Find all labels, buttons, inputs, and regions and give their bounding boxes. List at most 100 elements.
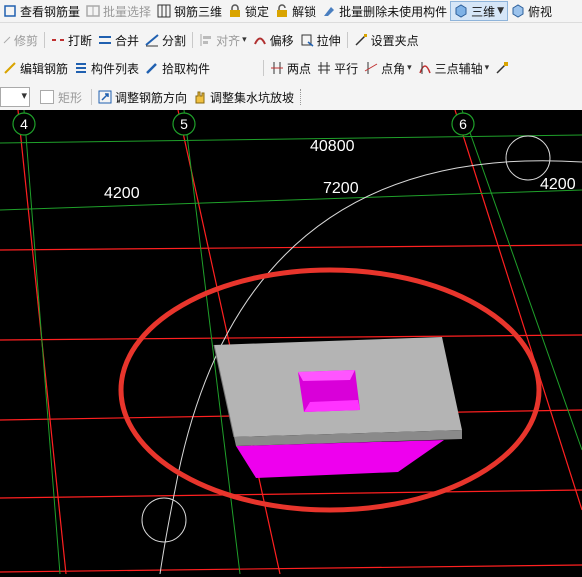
align-label: 对齐 (216, 33, 241, 48)
batch-delete-unused-button[interactable]: 批量删除未使用构件 (319, 1, 450, 21)
merge-label: 合并 (115, 33, 140, 48)
set-grip-button[interactable]: 设置夹点 (351, 30, 422, 50)
break-button[interactable]: 打断 (48, 30, 95, 50)
drawing-canvas: 4 5 6 40800 4200 7200 4200 (0, 109, 582, 575)
more-tools-button[interactable] (492, 58, 515, 78)
merge-icon (98, 33, 112, 47)
align-button[interactable]: 对齐 ▾ (196, 30, 250, 50)
axis-bubble-6[interactable]: 6 (451, 112, 475, 136)
rebar-quantity-icon (3, 4, 17, 18)
three-point-aux-axis-button[interactable]: 三点辅轴 ▾ (415, 58, 493, 78)
top-view-cube-icon (511, 4, 525, 18)
offset-icon (253, 33, 267, 47)
pick-component-label: 拾取构件 (162, 61, 211, 76)
two-points-icon (270, 61, 284, 75)
two-points-label: 两点 (287, 61, 312, 76)
set-grip-label: 设置夹点 (370, 33, 419, 48)
separator (346, 32, 348, 48)
eraser-icon (322, 4, 336, 18)
rectangle-label: 矩形 (58, 90, 83, 105)
chevron-down-icon[interactable]: ▼ (497, 6, 504, 16)
adjust-sump-slope-label: 调整集水坑放坡 (210, 90, 295, 105)
separator (300, 89, 302, 105)
hand-icon (193, 90, 207, 104)
separator (263, 60, 265, 76)
grip-icon (354, 33, 368, 47)
adjust-sump-slope-button[interactable]: 调整集水坑放坡 (190, 87, 297, 107)
separator (192, 32, 194, 48)
chevron-down-icon[interactable]: ▾ (407, 63, 412, 73)
batch-select-label: 批量选择 (103, 4, 152, 19)
two-points-axis-button[interactable]: 两点 (267, 58, 314, 78)
three-point-aux-label: 三点辅轴 (434, 61, 483, 76)
toolbar-row-3: 编辑钢筋 构件列表 拾取构件 两点 平行 点角 ▾ 三点辅轴 ▾ (0, 55, 582, 81)
axis-label-5: 5 (180, 116, 188, 132)
rebar-direction-icon (98, 90, 112, 104)
view-3d-button[interactable]: 三维 ▼ (450, 1, 509, 21)
toolbar-row-4: 矩形 调整钢筋方向 调整集水坑放坡 (0, 84, 582, 111)
merge-button[interactable]: 合并 (95, 30, 142, 50)
stretch-icon (300, 33, 314, 47)
rebar-3d-button[interactable]: 钢筋三维 (154, 1, 225, 21)
shape-select-dropdown[interactable] (0, 87, 30, 107)
separator (44, 32, 46, 48)
batch-select-icon (86, 4, 100, 18)
unlock-label: 解锁 (292, 4, 317, 19)
rebar-3d-label: 钢筋三维 (174, 4, 223, 19)
top-view-button[interactable]: 俯视 (508, 1, 555, 21)
point-angle-axis-button[interactable]: 点角 ▾ (361, 58, 415, 78)
separator (91, 89, 93, 105)
component-list-label: 构件列表 (91, 61, 140, 76)
view-3d-label: 三维 (471, 4, 496, 19)
eyedropper-icon (145, 61, 159, 75)
rectangle-checkbox[interactable] (40, 90, 54, 104)
edit-rebar-icon (3, 61, 17, 75)
offset-button[interactable]: 偏移 (250, 30, 297, 50)
3d-drawing-viewport[interactable]: 4 5 6 40800 4200 7200 4200 (0, 109, 582, 575)
lock-button[interactable]: 锁定 (225, 1, 272, 21)
aux-tool-icon (495, 61, 509, 75)
adjust-rebar-direction-button[interactable]: 调整钢筋方向 (95, 87, 190, 107)
dimension-4200-left: 4200 (104, 185, 140, 202)
view-rebar-quantity-button[interactable]: 查看钢筋量 (0, 1, 83, 21)
parallel-icon (317, 61, 331, 75)
chevron-down-icon[interactable]: ▾ (485, 63, 490, 73)
dimension-4200-right: 4200 (540, 176, 576, 193)
split-icon (145, 33, 159, 47)
axis-bubble-5[interactable]: 5 (172, 112, 196, 136)
batch-select-button[interactable]: 批量选择 (83, 1, 154, 21)
top-view-label: 俯视 (528, 4, 553, 19)
break-icon (51, 33, 65, 47)
point-angle-label: 点角 (381, 61, 406, 76)
point-angle-icon (364, 61, 378, 75)
stretch-button[interactable]: 拉伸 (297, 30, 344, 50)
offset-label: 偏移 (269, 33, 294, 48)
axis-label-6: 6 (459, 116, 467, 132)
batch-delete-unused-label: 批量删除未使用构件 (339, 4, 448, 19)
trim-button[interactable]: 修剪 (0, 30, 41, 50)
break-label: 打断 (68, 33, 93, 48)
rebar-3d-icon (157, 4, 171, 18)
view-rebar-quantity-label: 查看钢筋量 (20, 4, 81, 19)
parallel-axis-button[interactable]: 平行 (314, 58, 361, 78)
canvas-background (0, 110, 582, 574)
cube-icon (454, 4, 468, 18)
list-icon (74, 61, 88, 75)
axis-bubble-4[interactable]: 4 (12, 112, 36, 136)
edit-rebar-button[interactable]: 编辑钢筋 (0, 58, 71, 78)
toolbar-row-1: 查看钢筋量 批量选择 钢筋三维 锁定 解锁 批量删除未使用构件 三维 ▼ 俯视 (0, 0, 582, 23)
split-button[interactable]: 分割 (142, 30, 189, 50)
pick-component-button[interactable]: 拾取构件 (142, 58, 213, 78)
axis-label-4: 4 (20, 116, 28, 132)
dimension-total: 40800 (310, 138, 355, 155)
split-label: 分割 (162, 33, 187, 48)
unlock-icon (275, 4, 289, 18)
toolbar-row-2: 修剪 打断 合并 分割 对齐 ▾ 偏移 拉伸 设置夹点 (0, 28, 582, 52)
unlock-button[interactable]: 解锁 (272, 1, 319, 21)
align-icon (199, 33, 213, 47)
edit-rebar-label: 编辑钢筋 (20, 61, 69, 76)
chevron-down-icon[interactable]: ▾ (242, 35, 247, 45)
adjust-rebar-direction-label: 调整钢筋方向 (115, 90, 188, 105)
component-list-button[interactable]: 构件列表 (71, 58, 142, 78)
stretch-label: 拉伸 (316, 33, 341, 48)
